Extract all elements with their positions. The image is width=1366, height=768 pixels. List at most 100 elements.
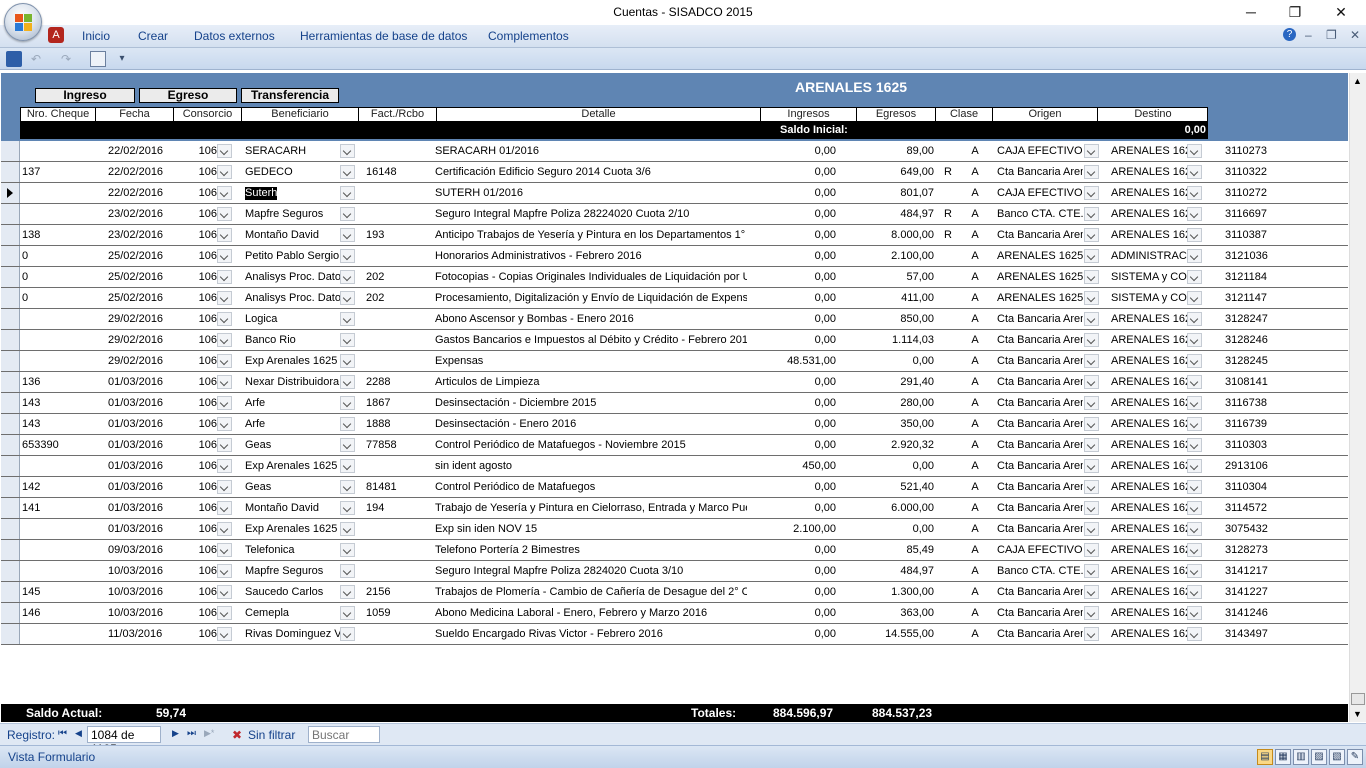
table-row[interactable]: 01/03/2016 106 Exp Arenales 1625 sin ident … [1,456,1348,477]
beneficiario-dropdown[interactable] [340,480,355,494]
table-row[interactable]: 29/02/2016 106 Logica Abono Ascensor y Bomb… [1,309,1348,330]
filter-status-button[interactable]: Sin filtrar [248,728,295,742]
origen-cell[interactable]: Cta Bancaria Aren [997,166,1083,179]
consorcio-dropdown[interactable] [217,207,232,221]
cheque-cell[interactable]: 145 [22,586,92,599]
record-selector[interactable] [1,519,20,539]
consorcio-cell[interactable]: 106 [185,271,217,284]
ingresos-cell[interactable]: 0,00 [753,586,836,599]
ingresos-cell[interactable]: 0,00 [753,208,836,221]
origen-dropdown[interactable] [1084,270,1099,284]
office-button[interactable] [4,3,42,41]
fact-cell[interactable]: 2156 [366,586,426,599]
destino-dropdown[interactable] [1187,522,1202,536]
record-selector[interactable] [1,288,20,308]
fecha-cell[interactable]: 23/02/2016 [108,229,178,242]
beneficiario-dropdown[interactable] [340,564,355,578]
vertical-scrollbar[interactable]: ▲ ▼ [1349,73,1366,722]
table-row[interactable]: 137 22/02/2016 106 GEDECO 16148 Certificación… [1,162,1348,183]
egresos-cell[interactable]: 411,00 [841,292,934,305]
destino-cell[interactable]: SISTEMA y COM [1111,292,1187,305]
fecha-cell[interactable]: 23/02/2016 [108,208,178,221]
fecha-cell[interactable]: 22/02/2016 [108,166,178,179]
beneficiario-cell[interactable]: Suterh [245,187,278,200]
destino-dropdown[interactable] [1187,417,1202,431]
detalle-cell[interactable]: Desinsectación - Diciembre 2015 [435,397,747,410]
ingreso-button[interactable]: Ingreso [35,88,135,103]
detalle-cell[interactable]: Articulos de Limpieza [435,376,747,389]
id-cell[interactable]: 3128245 [1225,355,1285,368]
record-selector[interactable] [1,540,20,560]
origen-cell[interactable]: Cta Bancaria Aren [997,229,1083,242]
clase-cell[interactable]: A [966,292,984,305]
consorcio-dropdown[interactable] [217,354,232,368]
ribbon-close-button[interactable]: ✕ [1350,28,1360,42]
fecha-cell[interactable]: 10/03/2016 [108,607,178,620]
detalle-cell[interactable]: SUTERH 01/2016 [435,187,747,200]
egresos-cell[interactable]: 521,40 [841,481,934,494]
cheque-cell[interactable]: 146 [22,607,92,620]
cheque-cell[interactable]: 136 [22,376,92,389]
record-selector[interactable] [1,162,20,182]
beneficiario-dropdown[interactable] [340,396,355,410]
origen-dropdown[interactable] [1084,417,1099,431]
prev-record-button[interactable]: ◀ [75,728,82,739]
origen-dropdown[interactable] [1084,438,1099,452]
cheque-cell[interactable]: 143 [22,418,92,431]
destino-cell[interactable]: ARENALES 162 [1111,439,1187,452]
ingresos-cell[interactable]: 0,00 [753,145,836,158]
record-selector[interactable] [1,141,20,161]
record-selector[interactable] [1,624,20,644]
origen-dropdown[interactable] [1084,606,1099,620]
beneficiario-cell[interactable]: Mapfre Seguros [245,208,340,221]
ingresos-cell[interactable]: 0,00 [753,397,836,410]
origen-cell[interactable]: Cta Bancaria Aren [997,502,1083,515]
origen-dropdown[interactable] [1084,144,1099,158]
destino-cell[interactable]: ARENALES 162 [1111,355,1187,368]
record-selector[interactable] [1,393,20,413]
beneficiario-cell[interactable]: Mapfre Seguros [245,565,340,578]
redo-icon[interactable]: ↷ [58,51,74,67]
destino-cell[interactable]: ARENALES 162 [1111,397,1187,410]
fecha-cell[interactable]: 25/02/2016 [108,250,178,263]
table-row[interactable]: 136 01/03/2016 106 Nexar Distribuidora 2288 A… [1,372,1348,393]
ingresos-cell[interactable]: 0,00 [753,481,836,494]
design-view-icon[interactable]: ✎ [1347,749,1363,765]
consorcio-dropdown[interactable] [217,585,232,599]
consorcio-dropdown[interactable] [217,270,232,284]
destino-dropdown[interactable] [1187,228,1202,242]
table-row[interactable]: 29/02/2016 106 Exp Arenales 1625 Expensas 48… [1,351,1348,372]
egresos-cell[interactable]: 850,00 [841,313,934,326]
clase-cell[interactable]: A [966,481,984,494]
transferencia-button[interactable]: Transferencia [241,88,339,103]
destino-cell[interactable]: ARENALES 162 [1111,229,1187,242]
consorcio-dropdown[interactable] [217,459,232,473]
origen-dropdown[interactable] [1084,249,1099,263]
consorcio-cell[interactable]: 106 [185,145,217,158]
destino-cell[interactable]: ARENALES 162 [1111,334,1187,347]
id-cell[interactable]: 3110273 [1225,145,1285,158]
origen-dropdown[interactable] [1084,354,1099,368]
detalle-cell[interactable]: Trabajos de Plomería - Cambio de Cañería… [435,586,747,599]
ingresos-cell[interactable]: 0,00 [753,607,836,620]
clase-cell[interactable]: A [966,355,984,368]
egresos-cell[interactable]: 0,00 [841,523,934,536]
destino-cell[interactable]: ARENALES 162 [1111,607,1187,620]
tab-datos-externos[interactable]: Datos externos [194,29,275,43]
table-row[interactable]: 146 10/03/2016 106 Cemepla 1059 Abono Medicin… [1,603,1348,624]
save-icon[interactable] [6,51,22,67]
destino-dropdown[interactable] [1187,480,1202,494]
customize-toolbar-icon[interactable]: ▾ [114,51,130,67]
egresos-cell[interactable]: 0,00 [841,355,934,368]
egresos-cell[interactable]: 649,00 [841,166,934,179]
destino-dropdown[interactable] [1187,606,1202,620]
table-row[interactable]: 23/02/2016 106 Mapfre Seguros Seguro Integr… [1,204,1348,225]
consorcio-dropdown[interactable] [217,144,232,158]
flag-cell[interactable]: R [941,166,955,179]
origen-dropdown[interactable] [1084,459,1099,473]
clase-cell[interactable]: A [966,586,984,599]
destino-dropdown[interactable] [1187,165,1202,179]
id-cell[interactable]: 2913106 [1225,460,1285,473]
fecha-cell[interactable]: 25/02/2016 [108,292,178,305]
consorcio-cell[interactable]: 106 [185,334,217,347]
